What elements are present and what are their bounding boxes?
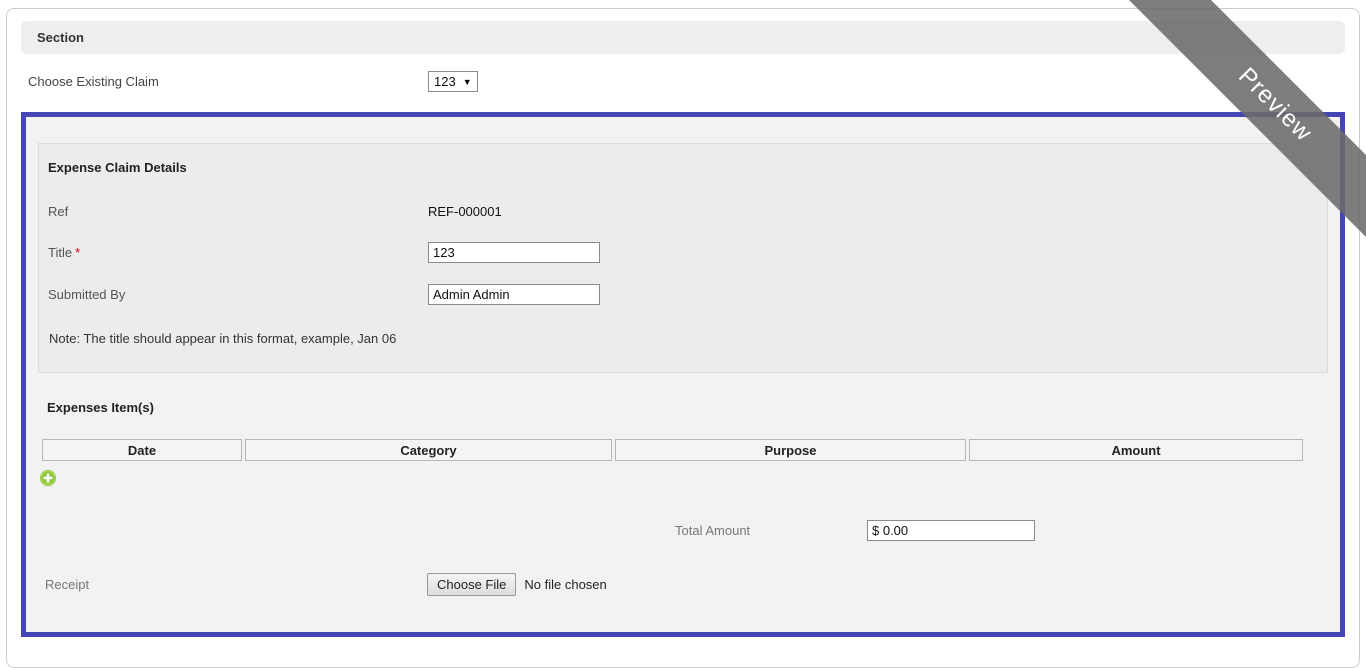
existing-claim-selected-value: 123 — [434, 74, 456, 89]
title-input[interactable] — [428, 242, 600, 263]
expenses-items-title: Expenses Item(s) — [47, 400, 154, 415]
dropdown-arrow-icon: ▼ — [462, 76, 472, 87]
title-format-note: Note: The title should appear in this fo… — [49, 331, 397, 346]
expense-claim-details-panel: Expense Claim Details Ref REF-000001 Tit… — [38, 143, 1328, 373]
total-amount-row: Total Amount — [675, 520, 1328, 541]
choose-existing-claim-label: Choose Existing Claim — [28, 74, 159, 89]
choose-existing-claim-row: Choose Existing Claim 123 ▼ — [28, 71, 1345, 92]
receipt-row: Receipt Choose File No file chosen — [45, 573, 1328, 596]
expenses-col-amount: Amount — [969, 439, 1303, 461]
title-label: Title * — [48, 245, 81, 260]
total-amount-label: Total Amount — [675, 523, 751, 538]
file-chosen-status: No file chosen — [524, 577, 607, 592]
required-asterisk: * — [75, 245, 81, 260]
ref-field-row: Ref REF-000001 — [48, 201, 1318, 221]
expenses-col-purpose: Purpose — [615, 439, 966, 461]
choose-file-button[interactable]: Choose File — [427, 573, 517, 596]
submitted-by-label: Submitted By — [48, 287, 126, 302]
submitted-by-input[interactable] — [428, 284, 600, 305]
section-title: Section — [37, 30, 84, 45]
form-preview-page: Section Choose Existing Claim 123 ▼ Expe… — [6, 8, 1360, 668]
submitted-by-field-row: Submitted By — [48, 284, 1318, 305]
expenses-col-date: Date — [42, 439, 242, 461]
receipt-label: Receipt — [45, 577, 90, 592]
total-amount-input[interactable] — [867, 520, 1035, 541]
ref-value: REF-000001 — [428, 203, 502, 219]
section-header: Section — [21, 21, 1345, 54]
expenses-table-header-row: Date Category Purpose Amount — [42, 439, 1303, 461]
expense-claim-details-title: Expense Claim Details — [48, 160, 187, 175]
title-field-row: Title * — [48, 242, 1318, 263]
ref-label: Ref — [48, 203, 69, 219]
expenses-col-category: Category — [245, 439, 612, 461]
add-expense-row-icon[interactable] — [40, 470, 56, 486]
existing-claim-select[interactable]: 123 ▼ — [428, 71, 478, 92]
expenses-table: Date Category Purpose Amount — [39, 436, 1306, 464]
expense-claim-form-container: Expense Claim Details Ref REF-000001 Tit… — [21, 112, 1345, 637]
